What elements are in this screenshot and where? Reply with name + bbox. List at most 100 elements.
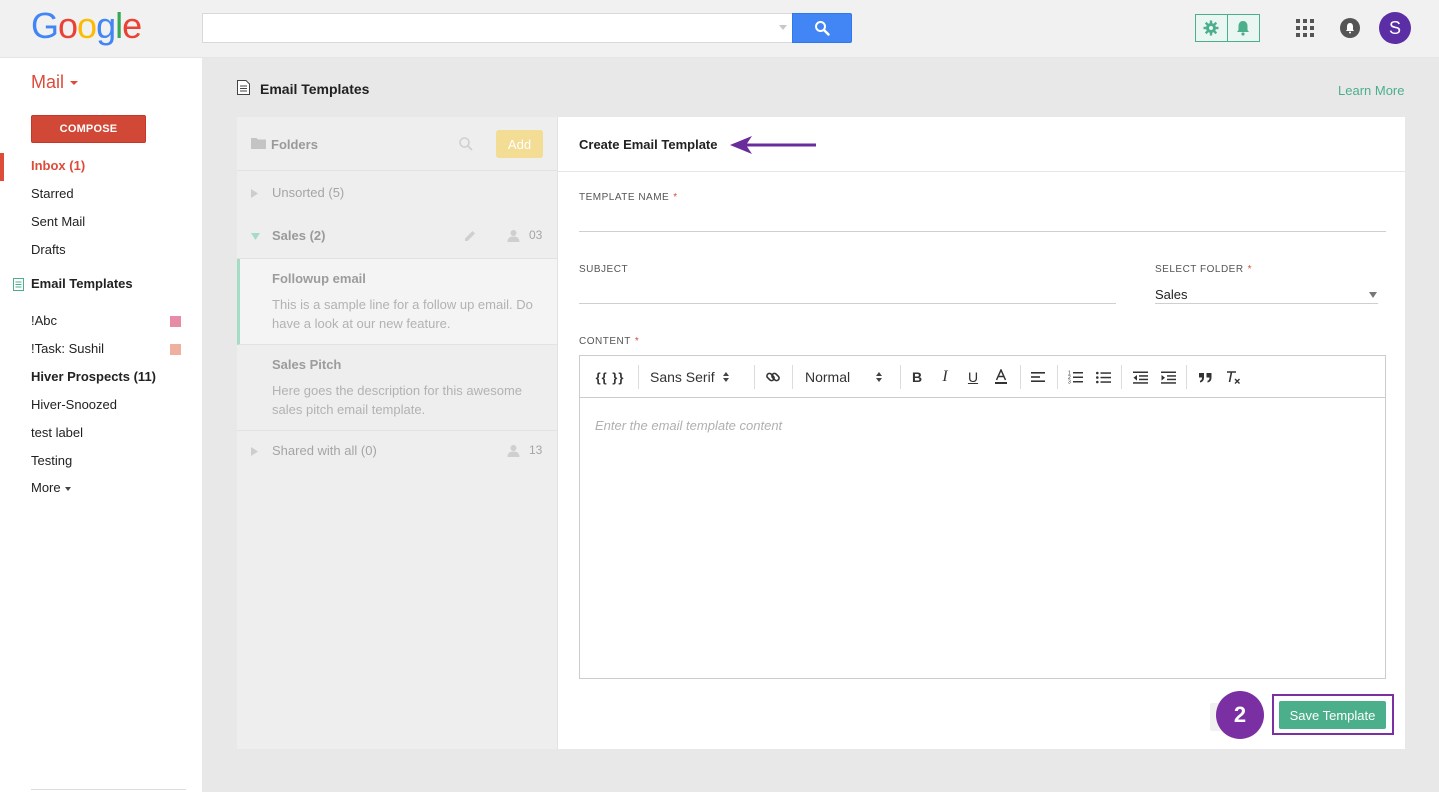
collapse-arrow-icon[interactable] bbox=[251, 233, 260, 240]
align-left-icon bbox=[1031, 372, 1045, 382]
content-label-text: CONTENT bbox=[579, 336, 631, 347]
top-bar: Google S bbox=[0, 0, 1439, 58]
avatar[interactable]: S bbox=[1379, 12, 1411, 44]
label-color-swatch[interactable] bbox=[170, 344, 181, 355]
ordered-list-icon: 123 bbox=[1068, 371, 1083, 385]
search-icon[interactable] bbox=[459, 137, 473, 151]
sidebar-item-drafts[interactable]: Drafts bbox=[31, 241, 66, 259]
select-folder-label: SELECT FOLDER * bbox=[1155, 264, 1252, 275]
link-button[interactable] bbox=[763, 366, 783, 388]
mail-label: Mail bbox=[31, 72, 65, 92]
create-template-header: Create Email Template bbox=[558, 117, 1406, 172]
blockquote-button[interactable] bbox=[1195, 366, 1215, 388]
folder-unsorted[interactable]: Unsorted (5) bbox=[237, 185, 557, 205]
more-label: More bbox=[31, 480, 61, 495]
divider bbox=[31, 789, 186, 790]
search-input[interactable] bbox=[202, 13, 793, 43]
edit-icon[interactable] bbox=[463, 229, 477, 243]
folder-name: Unsorted (5) bbox=[272, 185, 345, 200]
logo-letter: o bbox=[58, 5, 78, 46]
folders-panel: Folders Add Unsorted (5) Sales (2) 03 Fo… bbox=[237, 117, 557, 749]
required-mark: * bbox=[634, 336, 640, 347]
mail-menu[interactable]: Mail bbox=[31, 72, 79, 93]
sidebar-item-inbox[interactable]: Inbox (1) bbox=[31, 157, 85, 175]
toolbar-divider bbox=[754, 365, 755, 389]
italic-button[interactable]: I bbox=[935, 366, 955, 388]
field-underline bbox=[579, 303, 1116, 304]
user-icon bbox=[507, 445, 520, 457]
folders-header: Folders Add bbox=[237, 117, 557, 171]
google-logo[interactable]: Google bbox=[31, 5, 142, 47]
sidebar-label-hiver-prospects[interactable]: Hiver Prospects (11) bbox=[31, 368, 156, 386]
chevron-down-icon bbox=[1369, 292, 1377, 298]
template-name: Followup email bbox=[272, 271, 366, 286]
indent-button[interactable] bbox=[1158, 366, 1178, 388]
expand-arrow-icon[interactable] bbox=[251, 189, 258, 198]
apps-grid-icon[interactable] bbox=[1296, 19, 1314, 37]
folder-sales[interactable]: Sales (2) 03 bbox=[237, 228, 557, 248]
template-icon bbox=[237, 80, 250, 95]
svg-text:3: 3 bbox=[1068, 380, 1071, 385]
create-template-panel: Create Email Template TEMPLATE NAME * SUB… bbox=[557, 117, 1406, 749]
text-color-button[interactable] bbox=[991, 366, 1011, 388]
template-item-followup[interactable]: Followup email This is a sample line for… bbox=[237, 259, 557, 345]
folder-shared-with-all[interactable]: Shared with all (0) 13 bbox=[237, 443, 557, 463]
sidebar-label-abc[interactable]: !Abc bbox=[31, 312, 57, 330]
bullet-list-button[interactable] bbox=[1093, 366, 1113, 388]
template-name-label: TEMPLATE NAME * bbox=[579, 192, 678, 203]
outdent-button[interactable] bbox=[1130, 366, 1150, 388]
sidebar-label-hiver-snoozed[interactable]: Hiver-Snoozed bbox=[31, 396, 117, 414]
sidebar-more[interactable]: More bbox=[31, 479, 71, 497]
step-badge: 2 bbox=[1216, 691, 1264, 739]
page-title: Email Templates bbox=[260, 81, 370, 97]
select-folder-dropdown[interactable] bbox=[1155, 281, 1378, 305]
sidebar-label-task-sushil[interactable]: !Task: Sushil bbox=[31, 340, 104, 358]
template-name-field[interactable] bbox=[579, 209, 1386, 231]
template-item-sales-pitch[interactable]: Sales Pitch Here goes the description fo… bbox=[237, 345, 557, 431]
sidebar: Mail COMPOSE Inbox (1) Starred Sent Mail… bbox=[0, 58, 202, 792]
editor-toolbar: {{ }} Sans Serif Normal B I U 1 2 3 bbox=[580, 356, 1385, 398]
compose-button[interactable]: COMPOSE bbox=[31, 115, 146, 143]
add-folder-button[interactable]: Add bbox=[496, 130, 543, 158]
template-name: Sales Pitch bbox=[272, 357, 342, 372]
chevron-down-icon bbox=[70, 81, 79, 86]
expand-arrow-icon[interactable] bbox=[251, 447, 258, 456]
toolbar-divider bbox=[792, 365, 793, 389]
folder-name: Sales (2) bbox=[272, 228, 326, 243]
hiver-settings-button[interactable] bbox=[1196, 15, 1228, 41]
logo-letter: g bbox=[96, 5, 116, 46]
outdent-icon bbox=[1132, 371, 1148, 384]
chevron-down-icon[interactable] bbox=[779, 25, 787, 30]
notifications-icon[interactable] bbox=[1340, 18, 1360, 38]
hiver-toolbar bbox=[1195, 14, 1260, 42]
content-editor: {{ }} Sans Serif Normal B I U 1 2 3 Ente… bbox=[579, 355, 1386, 679]
sidebar-label-testing[interactable]: Testing bbox=[31, 452, 72, 470]
bold-button[interactable]: B bbox=[907, 366, 927, 388]
subject-field[interactable] bbox=[579, 281, 1116, 303]
create-template-title: Create Email Template bbox=[579, 137, 718, 152]
select-folder-value: Sales bbox=[1155, 287, 1188, 302]
label-color-swatch[interactable] bbox=[170, 316, 181, 327]
sidebar-label-test-label[interactable]: test label bbox=[31, 424, 83, 442]
sidebar-item-email-templates[interactable]: Email Templates bbox=[31, 275, 133, 293]
gear-icon bbox=[1203, 20, 1219, 36]
quote-icon bbox=[1198, 372, 1211, 382]
underline-button[interactable]: U bbox=[963, 366, 983, 388]
search-button[interactable] bbox=[792, 13, 852, 43]
folder-member-count: 03 bbox=[529, 228, 543, 242]
ordered-list-button[interactable]: 123 bbox=[1065, 366, 1085, 388]
font-family-select[interactable]: Sans Serif bbox=[650, 366, 729, 388]
toolbar-divider bbox=[900, 365, 901, 389]
align-button[interactable] bbox=[1028, 366, 1048, 388]
learn-more-link[interactable]: Learn More bbox=[1338, 83, 1404, 98]
hiver-notifications-button[interactable] bbox=[1228, 15, 1259, 41]
font-size-select[interactable]: Normal bbox=[805, 366, 883, 388]
sidebar-item-starred[interactable]: Starred bbox=[31, 185, 74, 203]
content-editor-area[interactable] bbox=[580, 398, 1385, 678]
sidebar-item-sent[interactable]: Sent Mail bbox=[31, 213, 85, 231]
save-template-button[interactable]: Save Template bbox=[1279, 701, 1386, 729]
clear-format-button[interactable] bbox=[1223, 366, 1243, 388]
insert-placeholder-button[interactable]: {{ }} bbox=[592, 366, 628, 388]
annotation-arrow-icon bbox=[730, 136, 816, 154]
bell-icon bbox=[1237, 21, 1250, 36]
